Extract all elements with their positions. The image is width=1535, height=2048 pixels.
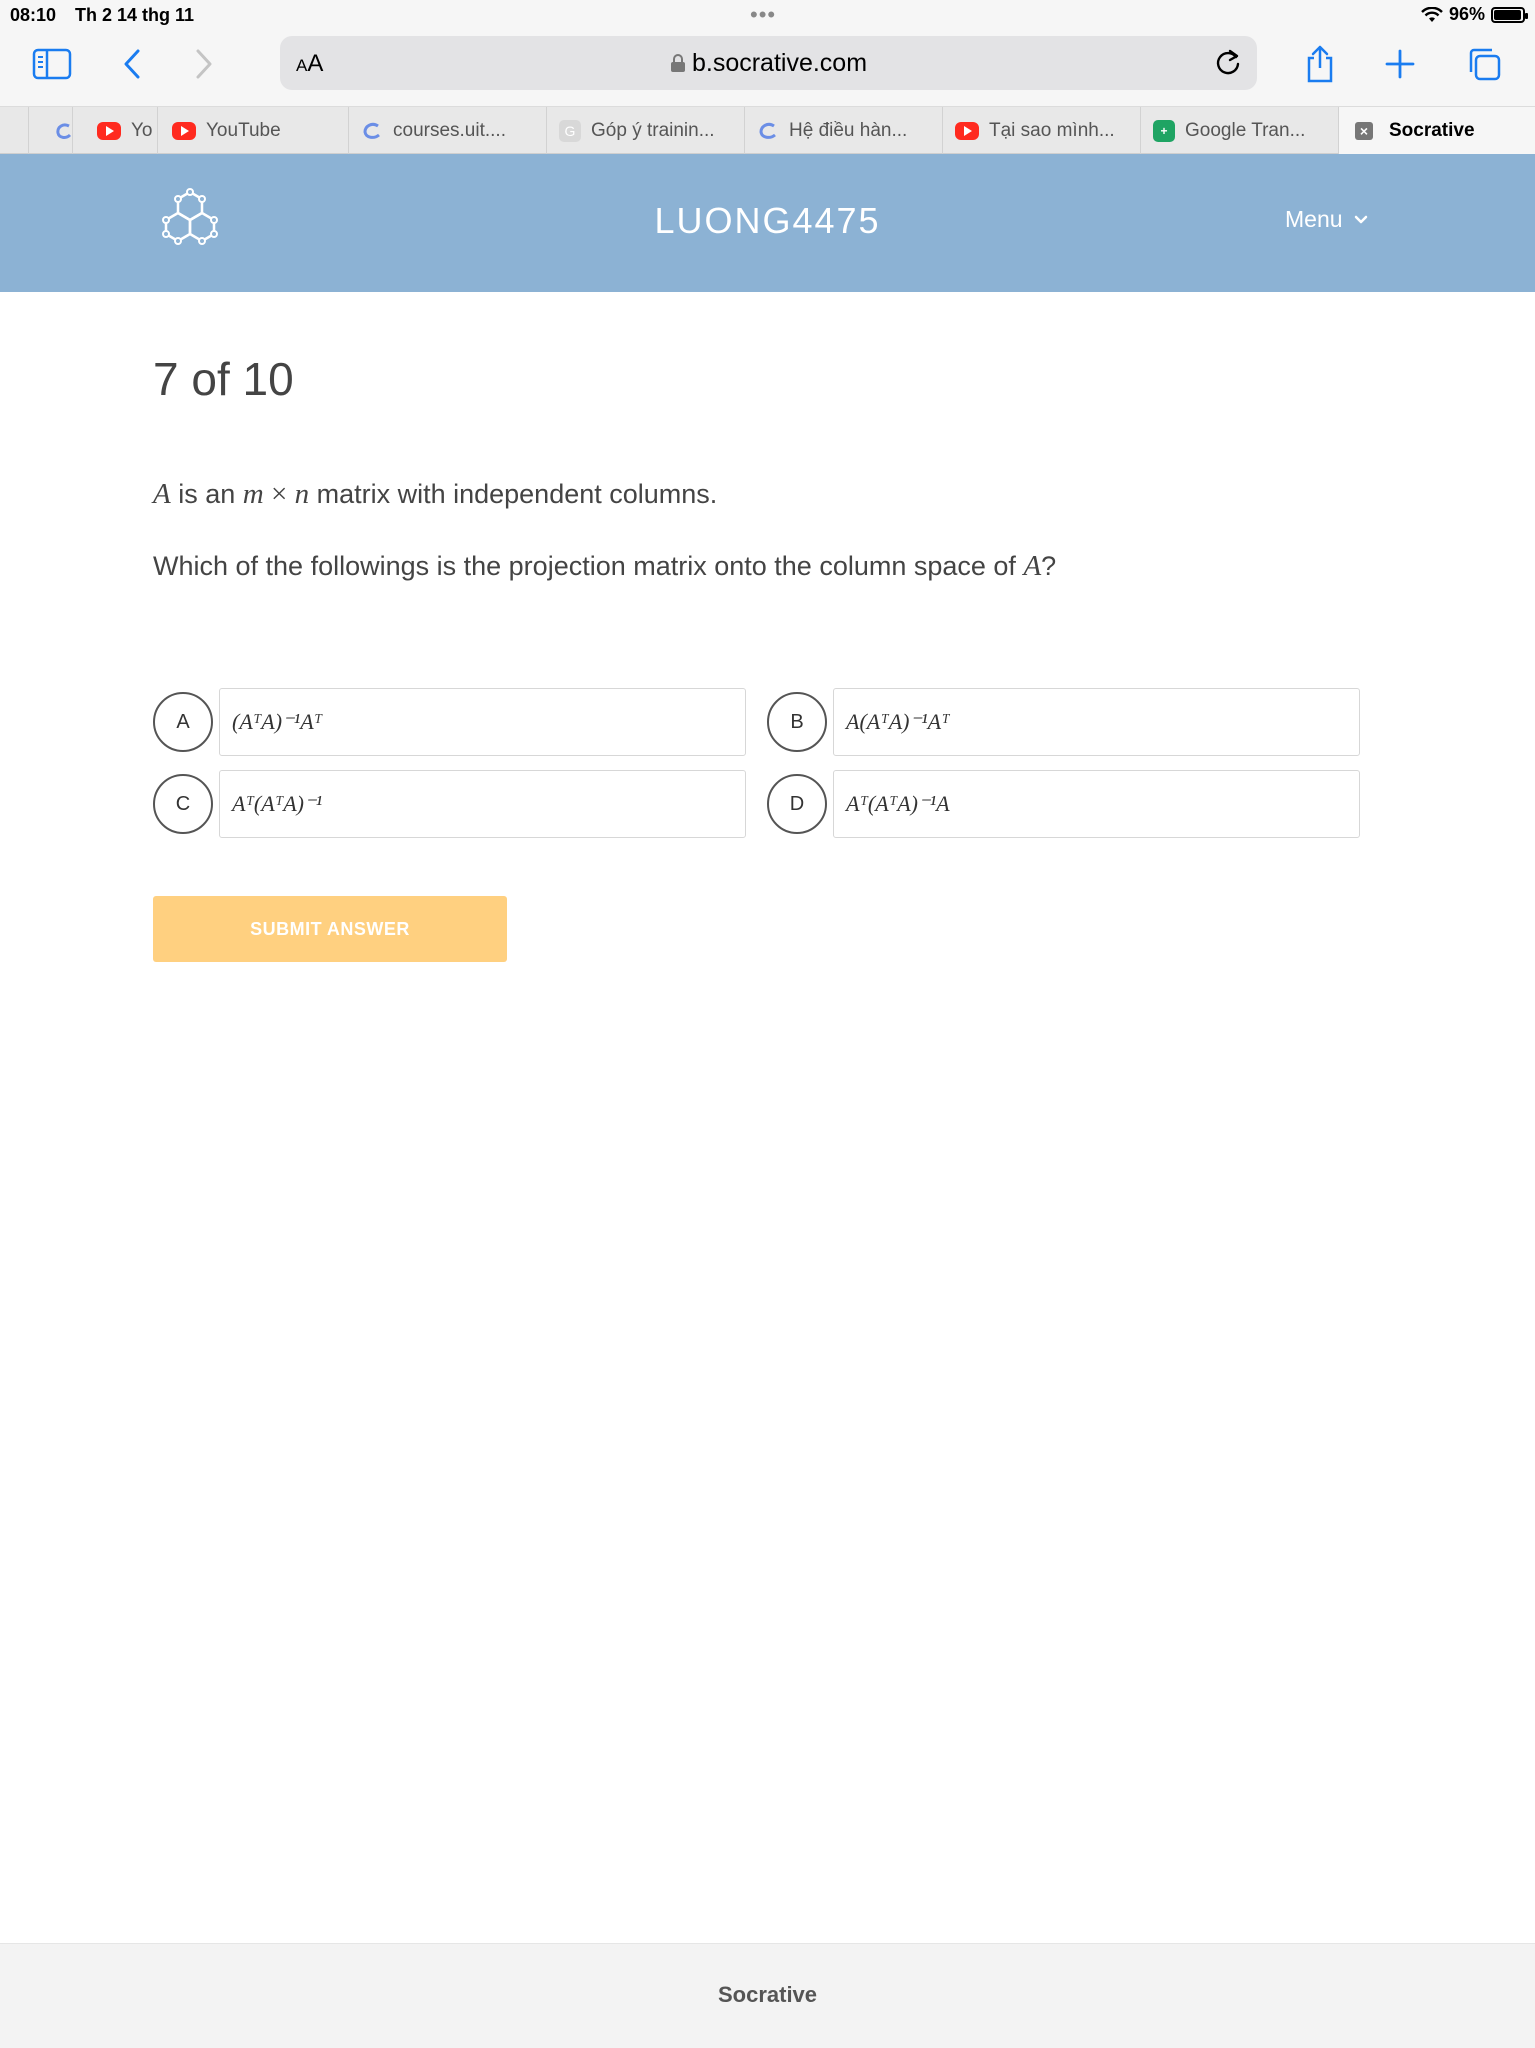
reload-icon[interactable] <box>1213 46 1243 83</box>
socrative-header: LUONG4475 Menu <box>0 154 1535 292</box>
menu-label: Menu <box>1285 206 1343 232</box>
new-tab-icon[interactable] <box>1378 42 1422 86</box>
address-bar[interactable]: AA b.socrative.com <box>280 36 1257 90</box>
youtube-icon <box>172 121 196 140</box>
tab-courses-uit[interactable]: courses.uit.... <box>348 107 546 154</box>
submit-answer-button[interactable]: SUBMIT ANSWER <box>153 896 507 962</box>
chevron-down-icon <box>1354 215 1367 223</box>
tab-he-dieu-hanh[interactable]: Hệ điều hàn... <box>744 107 942 154</box>
url-text: b.socrative.com <box>691 49 868 77</box>
option-letter[interactable]: C <box>153 774 213 834</box>
option-letter[interactable]: D <box>767 774 827 834</box>
multitasking-dots-icon[interactable]: ••• <box>750 2 776 28</box>
tab-google-translate[interactable]: + Google Tran... <box>1140 107 1338 154</box>
status-bar: 08:10 Th 2 14 thg 11 ••• 96% <box>0 0 1535 30</box>
answer-option-c[interactable]: C Aᵀ(AᵀA)⁻¹ <box>153 770 755 840</box>
sidebar-icon[interactable] <box>30 42 74 86</box>
forward-icon[interactable] <box>182 42 226 86</box>
option-letter[interactable]: B <box>767 692 827 752</box>
browser-toolbar: AA b.socrative.com <box>0 30 1535 106</box>
battery-icon <box>1491 6 1528 23</box>
option-letter[interactable]: A <box>153 692 213 752</box>
option-text: Aᵀ(AᵀA)⁻¹ <box>232 791 323 816</box>
tab-courses[interactable] <box>28 107 72 154</box>
status-date: Th 2 14 thg 11 <box>75 5 195 25</box>
youtube-icon <box>97 121 121 140</box>
status-time: 08:10 <box>10 5 57 25</box>
option-box[interactable]: Aᵀ(AᵀA)⁻¹ <box>219 770 746 838</box>
courses-icon <box>757 120 779 142</box>
option-box[interactable]: A(AᵀA)⁻¹Aᵀ <box>833 688 1360 756</box>
wifi-icon <box>1421 6 1443 22</box>
back-icon[interactable] <box>110 42 154 86</box>
option-text: Aᵀ(AᵀA)⁻¹A <box>846 791 950 816</box>
option-box[interactable]: Aᵀ(AᵀA)⁻¹A <box>833 770 1360 838</box>
courses-icon <box>55 120 72 142</box>
option-text: A(AᵀA)⁻¹Aᵀ <box>846 709 950 734</box>
option-text: (AᵀA)⁻¹Aᵀ <box>232 709 323 734</box>
answer-option-b[interactable]: B A(AᵀA)⁻¹Aᵀ <box>767 688 1369 758</box>
tab-gop-y[interactable]: G Góp ý trainin... <box>546 107 744 154</box>
tab-youtube-1[interactable]: Yo <box>72 107 157 154</box>
close-icon[interactable]: × <box>1355 121 1373 140</box>
google-sheets-icon: + <box>1153 119 1175 142</box>
tabs-overview-icon[interactable] <box>1462 42 1506 86</box>
lock-icon <box>670 54 685 72</box>
answer-option-d[interactable]: D Aᵀ(AᵀA)⁻¹A <box>767 770 1369 840</box>
footer-brand: Socrative <box>717 1982 818 2007</box>
question-progress: 7 of 10 <box>153 353 294 405</box>
option-box[interactable]: (AᵀA)⁻¹Aᵀ <box>219 688 746 756</box>
google-icon: G <box>559 119 581 142</box>
battery-percent: 96% <box>1448 4 1485 24</box>
question-text-line-1: A is an m × n matrix with independent co… <box>153 478 718 510</box>
menu-button[interactable]: Menu <box>1285 206 1369 233</box>
tab-socrative[interactable]: × Socrative <box>1338 107 1535 154</box>
tab-tai-sao[interactable]: Tại sao mình... <box>942 107 1140 154</box>
footer: Socrative <box>0 1943 1535 2048</box>
share-icon[interactable] <box>1298 42 1342 86</box>
courses-icon <box>361 120 383 142</box>
tab-bar: Yo YouTube courses.uit.... G Góp ý train… <box>0 106 1535 154</box>
tab-youtube-2[interactable]: YouTube <box>157 107 348 154</box>
answer-option-a[interactable]: A (AᵀA)⁻¹Aᵀ <box>153 688 755 758</box>
youtube-icon <box>955 121 979 140</box>
question-text-line-2: Which of the followings is the projectio… <box>153 550 1057 582</box>
